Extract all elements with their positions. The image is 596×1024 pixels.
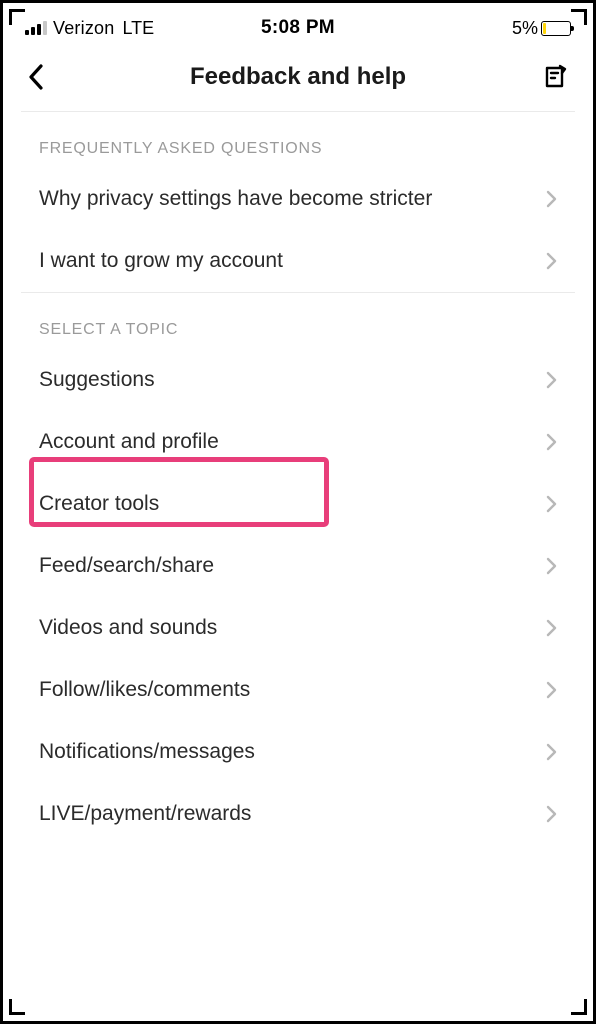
topic-live-payment-rewards[interactable]: LIVE/payment/rewards bbox=[3, 783, 593, 845]
battery-icon bbox=[541, 21, 571, 36]
nav-bar: Feedback and help bbox=[3, 45, 593, 111]
list-item-label: LIVE/payment/rewards bbox=[39, 802, 251, 826]
battery-percent: 5% bbox=[512, 18, 538, 39]
chevron-left-icon bbox=[27, 63, 45, 91]
signal-icon bbox=[25, 21, 47, 35]
network-label: LTE bbox=[122, 18, 154, 39]
chevron-right-icon bbox=[546, 805, 557, 823]
section-header-faq: FREQUENTLY ASKED QUESTIONS bbox=[3, 112, 593, 168]
chevron-right-icon bbox=[546, 557, 557, 575]
faq-item-privacy[interactable]: Why privacy settings have become stricte… bbox=[3, 168, 593, 230]
carrier-label: Verizon bbox=[53, 18, 114, 39]
chevron-right-icon bbox=[546, 619, 557, 637]
chevron-right-icon bbox=[546, 190, 557, 208]
chevron-right-icon bbox=[546, 371, 557, 389]
chevron-right-icon bbox=[546, 681, 557, 699]
topic-feed-search-share[interactable]: Feed/search/share bbox=[3, 535, 593, 597]
list-item-label: Videos and sounds bbox=[39, 616, 217, 640]
topic-suggestions[interactable]: Suggestions bbox=[3, 349, 593, 411]
status-time: 5:08 PM bbox=[261, 17, 335, 39]
list-item-label: Creator tools bbox=[39, 492, 159, 516]
compose-icon bbox=[543, 64, 569, 90]
status-right: 5% bbox=[421, 18, 571, 39]
chevron-right-icon bbox=[546, 495, 557, 513]
chevron-right-icon bbox=[546, 252, 557, 270]
topic-videos-sounds[interactable]: Videos and sounds bbox=[3, 597, 593, 659]
topic-creator-tools[interactable]: Creator tools bbox=[3, 473, 593, 535]
list-item-label: Follow/likes/comments bbox=[39, 678, 250, 702]
viewport-corner-tl bbox=[9, 9, 25, 25]
list-item-label: I want to grow my account bbox=[39, 249, 283, 273]
viewport-corner-bl bbox=[9, 999, 25, 1015]
section-header-topics: SELECT A TOPIC bbox=[3, 293, 593, 349]
list-item-label: Notifications/messages bbox=[39, 740, 255, 764]
page-title: Feedback and help bbox=[190, 63, 406, 91]
list-item-label: Suggestions bbox=[39, 368, 155, 392]
chevron-right-icon bbox=[546, 433, 557, 451]
back-button[interactable] bbox=[27, 63, 67, 91]
topic-notifications-messages[interactable]: Notifications/messages bbox=[3, 721, 593, 783]
list-item-label: Why privacy settings have become stricte… bbox=[39, 187, 432, 211]
faq-item-grow-account[interactable]: I want to grow my account bbox=[3, 230, 593, 292]
viewport-corner-br bbox=[571, 999, 587, 1015]
status-left: Verizon LTE bbox=[25, 18, 175, 39]
compose-button[interactable] bbox=[529, 64, 569, 90]
list-item-label: Feed/search/share bbox=[39, 554, 214, 578]
topic-account-profile[interactable]: Account and profile bbox=[3, 411, 593, 473]
list-item-label: Account and profile bbox=[39, 430, 219, 454]
chevron-right-icon bbox=[546, 743, 557, 761]
topic-follow-likes-comments[interactable]: Follow/likes/comments bbox=[3, 659, 593, 721]
status-bar: Verizon LTE 5:08 PM 5% bbox=[3, 3, 593, 45]
viewport-corner-tr bbox=[571, 9, 587, 25]
